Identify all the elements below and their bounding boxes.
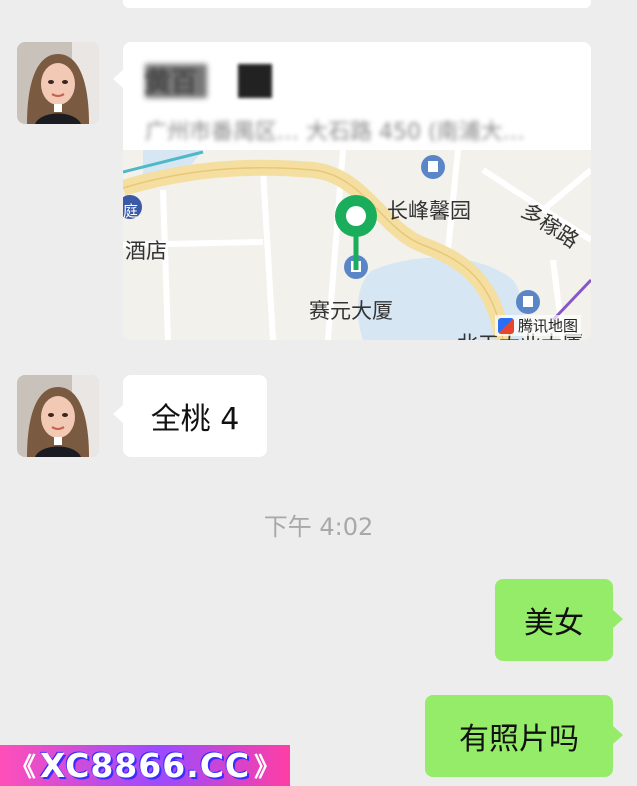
sender-avatar[interactable] [17, 42, 99, 124]
incoming-message-bubble[interactable]: 全桃 4 [123, 375, 267, 457]
map-provider-logo: 腾讯地图 [494, 315, 581, 336]
message-text: 全桃 4 [150, 402, 240, 437]
bubble-tail [113, 405, 123, 423]
bubble-tail [613, 726, 623, 744]
map-preview[interactable]: 长峰馨园 赛元大厦 多稼路 酒店 庭 北工大业大厦 腾讯地图 [123, 150, 591, 340]
message-text: 美女 [524, 606, 584, 641]
redaction-mark [238, 64, 272, 98]
watermark-text: XC8866.CC [39, 746, 251, 785]
chevron-right-icon: 》 [254, 753, 281, 783]
bubble-tail [613, 610, 623, 628]
outgoing-message-bubble[interactable]: 有照片吗 [425, 695, 613, 777]
tencent-map-icon [497, 317, 514, 334]
map-label: 赛元大厦 [309, 299, 393, 323]
message-timestamp: 下午 4:02 [263, 513, 374, 541]
site-watermark: 《 XC8866.CC 》 [0, 745, 290, 786]
map-label: 庭 [123, 202, 139, 220]
previous-message-edge [123, 0, 591, 8]
location-message-card[interactable]: 黄百 广州市番禺区… 大石路 450 (南浦大… [123, 42, 591, 340]
redaction-mark [145, 64, 207, 98]
location-address: 广州市番禺区… 大石路 450 (南浦大… [145, 120, 525, 145]
sender-avatar[interactable] [17, 375, 99, 457]
map-provider-label: 腾讯地图 [517, 317, 578, 335]
map-label: 长峰馨园 [387, 199, 471, 223]
message-text: 有照片吗 [459, 722, 579, 757]
map-label: 酒店 [125, 239, 167, 263]
outgoing-message-bubble[interactable]: 美女 [495, 579, 613, 661]
chevron-left-icon: 《 [9, 753, 36, 783]
bubble-tail [113, 70, 123, 88]
